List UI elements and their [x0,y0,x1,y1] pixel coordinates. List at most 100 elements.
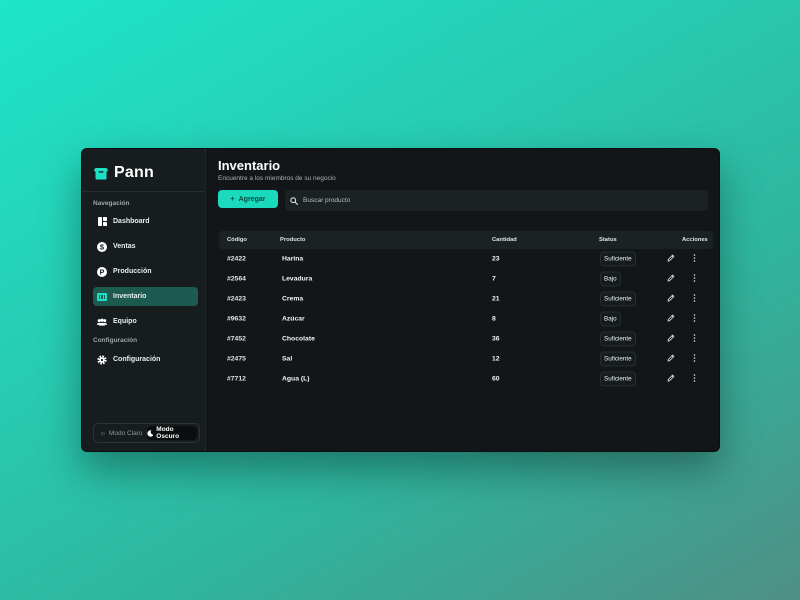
column-header-cantidad[interactable]: Cantidad [492,237,517,243]
status-badge: Suficiente [600,351,636,367]
main-content: Inventario Encuentre a los miembros de s… [206,149,719,451]
svg-text:P: P [100,269,105,276]
production-icon: P [97,266,107,277]
product-quantity: 60 [492,375,500,383]
status-badge: Suficiente [600,331,636,347]
search-input[interactable] [303,197,683,204]
product-name: Chocolate [282,335,315,343]
product-name: Sal [282,355,293,363]
product-code: #7452 [227,335,246,343]
app-logo[interactable]: Pann [94,164,154,182]
table-row[interactable]: #2564 Levadura 7 Bajo [219,269,713,289]
product-quantity: 12 [492,355,500,363]
sidebar-item-inventario[interactable]: Inventario [93,287,198,306]
dark-mode-button[interactable]: Modo Oscuro [146,426,197,440]
table-row[interactable]: #2423 Crema 21 Suficiente [219,289,713,309]
page-title: Inventario [218,158,281,173]
table-row[interactable]: #9632 Azúcar 8 Bajo [219,309,713,329]
status-badge: Suficiente [600,371,636,387]
edit-icon[interactable] [667,354,675,364]
more-options-icon[interactable] [693,374,696,384]
table-row[interactable]: #7712 Agua (L) 60 Suficiente [219,369,713,389]
search-icon [290,196,298,205]
edit-icon[interactable] [667,294,675,304]
light-mode-button[interactable]: ☼ Modo Claro [96,426,147,440]
gear-icon [97,354,107,365]
table-row[interactable]: #7452 Chocolate 36 Suficiente [219,329,713,349]
config-section-label: Configuración [93,337,138,344]
more-options-icon[interactable] [693,334,696,344]
more-options-icon[interactable] [693,254,696,264]
product-quantity: 23 [492,255,500,263]
product-code: #2423 [227,295,246,303]
edit-icon[interactable] [667,334,675,344]
table-row[interactable]: #2475 Sal 12 Suficiente [219,349,713,369]
app-window: Pann Navegación Dashboard $ Ventas P Pro… [81,148,720,452]
product-quantity: 7 [492,275,496,283]
status-badge: Suficiente [600,291,636,307]
product-name: Crema [282,295,304,303]
product-name: Azúcar [282,315,305,323]
sidebar-item-label: Inventario [113,293,147,300]
divider [82,191,205,192]
product-quantity: 8 [492,315,496,323]
sidebar-item-produccion[interactable]: P Producción [93,262,198,281]
sidebar-item-label: Equipo [113,318,137,325]
status-badge: Suficiente [600,251,636,267]
product-name: Agua (L) [282,375,310,383]
product-name: Levadura [282,275,313,283]
edit-icon[interactable] [667,314,675,324]
product-quantity: 36 [492,335,500,343]
edit-icon[interactable] [667,274,675,284]
sun-icon: ☼ [99,429,106,437]
sidebar-item-dashboard[interactable]: Dashboard [93,212,198,231]
dollar-icon: $ [97,241,107,252]
column-header-producto[interactable]: Producto [280,237,305,243]
status-badge: Bajo [600,271,621,287]
more-options-icon[interactable] [693,274,696,284]
nav-section-label: Navegación [93,200,130,207]
more-options-icon[interactable] [693,294,696,304]
product-code: #2475 [227,355,246,363]
sidebar: Pann Navegación Dashboard $ Ventas P Pro… [82,149,206,451]
inventory-table: Código Producto Cantidad Status Acciones… [219,231,713,389]
plus-icon: + [230,195,235,203]
sidebar-item-label: Dashboard [113,218,150,225]
sidebar-item-label: Producción [113,268,152,275]
bread-logo-icon [94,167,108,179]
column-header-status[interactable]: Status [599,237,617,243]
product-quantity: 21 [492,295,500,303]
column-header-codigo[interactable]: Código [227,237,247,243]
status-badge: Bajo [600,311,621,327]
table-header: Código Producto Cantidad Status Acciones [219,231,713,249]
product-code: #2422 [227,255,246,263]
app-name: Pann [114,164,154,181]
theme-toggle: ☼ Modo Claro Modo Oscuro [93,423,200,443]
search-bar[interactable] [285,190,708,211]
add-product-button[interactable]: + Agregar [218,190,278,208]
inventory-icon [97,292,107,302]
page-subtitle: Encuentre a los miembros de su negocio [218,175,336,182]
edit-icon[interactable] [667,374,675,384]
table-row[interactable]: #2422 Harina 23 Suficiente [219,249,713,269]
product-name: Harina [282,255,304,263]
product-code: #2564 [227,275,246,283]
column-header-acciones: Acciones [682,237,708,243]
sidebar-item-ventas[interactable]: $ Ventas [93,237,198,256]
team-icon [97,317,107,327]
more-options-icon[interactable] [693,314,696,324]
edit-icon[interactable] [667,254,675,264]
light-mode-label: Modo Claro [108,429,143,437]
table-body: #2422 Harina 23 Suficiente #2564 Levadura 7 Baj… [219,249,713,389]
add-button-label: Agregar [238,195,266,203]
moon-icon [146,429,154,437]
more-options-icon[interactable] [693,354,696,364]
sidebar-item-label: Ventas [113,243,136,250]
product-code: #7712 [227,375,246,383]
product-code: #9632 [227,315,246,323]
sidebar-item-label: Configuración [113,356,161,363]
dark-mode-label: Modo Oscuro [156,426,180,440]
sidebar-item-configuracion[interactable]: Configuración [93,350,198,369]
grid-icon [97,217,107,227]
sidebar-item-equipo[interactable]: Equipo [93,312,198,331]
